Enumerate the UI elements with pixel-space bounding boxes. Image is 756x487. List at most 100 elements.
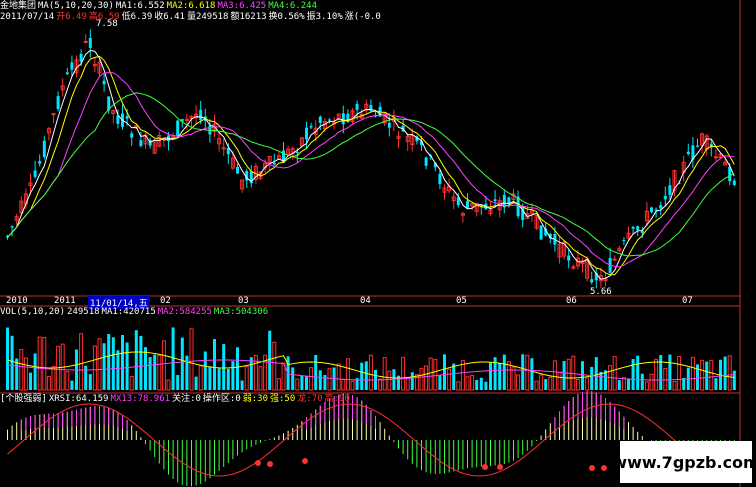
volume-bar-up [244,366,249,391]
candle-down [686,151,690,155]
volume-bar-up [433,358,438,391]
volume-bar-down [590,366,594,390]
axis-tick-06: 06 [566,296,577,306]
candle-down [466,200,469,208]
volume-bar-down [291,367,295,390]
volume-bar-down [521,354,525,390]
volume-bar-down [268,330,272,390]
volume-bar-down [640,373,644,390]
ma1-line [7,49,735,280]
volume-bar-down [627,379,630,390]
candle-down [236,167,239,174]
volume-bar-down [236,347,239,390]
candle-down [56,96,60,110]
candle-down [567,255,571,261]
signal-dot [482,464,488,470]
candle-down [10,226,14,228]
volume-header: VOL(5,10,20) 249518 MA1:420715 MA2:584255 MA… [0,307,270,318]
candle-down [640,230,644,234]
volume-bar-down [732,370,736,390]
volume-bar-up [129,375,134,391]
volume-bar-up [166,379,171,391]
volume-bar-down [111,337,115,390]
volume-bar-down [180,337,184,390]
volume-bar-up [401,356,406,391]
volume-bar-up [465,376,470,391]
volume-bar-up [690,356,695,391]
stock-chart-canvas[interactable] [0,0,756,487]
volume-bar-up [709,359,714,391]
axis-tick-2011: 2011 [54,296,76,306]
volume-bar-up [525,354,530,391]
volume-bar-up [42,336,47,391]
volume-bar-down [360,362,364,390]
volume-bar-down [410,372,414,390]
volume-bar-down [530,358,534,390]
volume-bar-up [649,373,654,391]
volume-bar-up [677,356,682,391]
volume-bar-down [102,343,106,390]
candle-down [663,195,667,200]
volume-bar-up [23,357,28,391]
volume-bar-down [443,354,446,390]
volume-bar-up [727,355,732,391]
volume-bar-down [116,350,120,390]
volume-bar-down [125,342,129,390]
volume-bar-up [644,381,649,391]
volume-bar-up [341,378,346,391]
ruo-value: 弱:30 [242,394,269,404]
volume-bar-up [566,358,571,391]
mx13-value: MX13:78.961 [110,394,171,404]
xrsi-value: XRSI:64.159 [48,394,109,404]
signal-dot [302,458,308,464]
candle-down [507,197,511,204]
signal-dot [601,465,607,471]
candle-down [88,37,92,48]
volume-bar-down [318,370,322,390]
volume-bar-up [428,357,433,391]
volume-bar-up [97,338,102,391]
volume-bar-up [419,368,424,391]
vol-value: 249518 [67,307,100,317]
candle-down [590,279,594,283]
volume-bar-down [636,355,640,390]
volume-bar-up [470,374,475,391]
candle-down [305,127,308,140]
volume-bar-down [484,381,488,390]
candle-down [493,199,497,202]
candle-down [295,151,299,154]
volume-bar-down [631,359,635,390]
volume-bar-up [663,367,668,391]
volume-bar-down [581,361,584,390]
volume-bar-up [621,377,626,391]
signal-dot [589,465,595,471]
volume-bar-up [506,361,511,391]
vol-params: VOL(5,10,20) [0,307,66,317]
volume-bar-up [161,340,166,391]
site-watermark: www.7gpzb.com [612,441,756,483]
volume-bar-down [305,376,308,390]
candle-up [612,258,617,261]
long-value: 龙:70 [297,394,323,404]
candle-down [33,170,37,177]
volume-bar-up [405,377,410,391]
volume-bar-down [323,375,327,390]
candle-down [139,140,143,147]
indicator-header: [个股强弱] XRSI:64.159 MX13:78.961 关注:0 操作区:0 弱:3… [0,394,352,405]
volume-bar-up [345,358,350,391]
volume-bar-up [557,371,562,391]
vol-ma2: MA2:584255 [157,307,212,317]
volume-bar-up [539,374,544,391]
volume-bar-up [19,349,24,391]
volume-bar-up [378,378,383,391]
volume-bar-up [534,380,539,391]
volume-bar-down [714,378,718,390]
volume-bar-up [92,345,97,391]
volume-bar-down [364,361,368,390]
volume-bar-down [594,357,598,390]
volume-bar-down [452,363,456,390]
volume-bar-down [682,377,686,390]
volume-bar-down [171,327,175,390]
candle-down [125,116,129,119]
axis-tick-03: 03 [238,296,249,306]
